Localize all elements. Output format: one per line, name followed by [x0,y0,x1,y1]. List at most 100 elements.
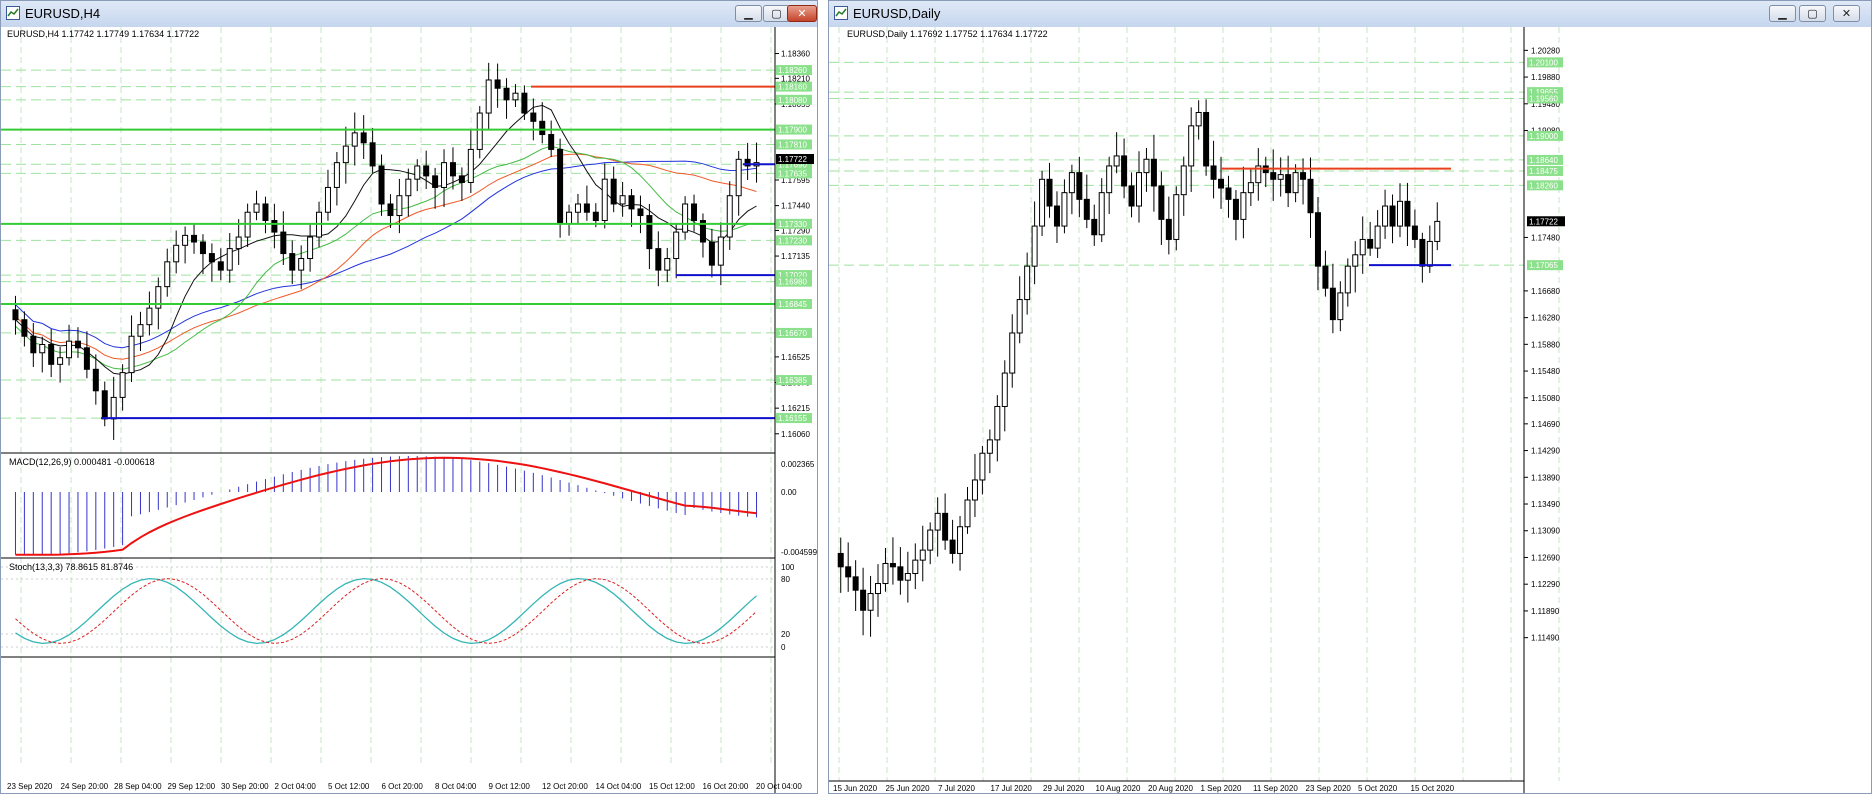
candle-body [119,372,126,398]
candle-body [1195,111,1202,127]
candle-body [717,236,724,266]
price-tick-label: 1.15880 [1531,340,1560,349]
macd-axis-label: 0.00 [781,488,797,497]
candle-body [182,234,189,246]
candle-body [173,244,180,263]
level-label: 1.18475 [1529,167,1558,176]
candle-body [441,162,448,188]
level-label: 1.20100 [1529,58,1558,67]
daily-chart-svg[interactable]: 1.202801.198801.194801.190801.174801.166… [829,27,1871,793]
candle-body [1270,172,1277,180]
candle-body [1322,265,1329,289]
time-label: 15 Oct 2020 [1411,784,1455,793]
candle-body [994,405,1001,441]
level-label: 1.16980 [778,278,807,287]
chart-window-h4[interactable]: EURUSD,H4 ▁ ▢ ✕ 1.183601.182101.180551.1… [0,0,818,794]
time-label: 20 Oct 04:00 [756,782,802,791]
candle-body [583,203,590,213]
candle-body [92,368,99,392]
candle-body [1344,265,1351,294]
window-title: EURUSD,H4 [25,6,101,21]
candle-body [664,258,671,271]
time-label: 23 Sep 2020 [7,782,53,791]
title-bar[interactable]: EURUSD,H4 ▁ ▢ ✕ [1,1,817,28]
minimize-button[interactable]: ▁ [1769,5,1796,22]
chart-window-daily[interactable]: EURUSD,Daily ▁ ▢ ✕ 1.20280 1.19880 1.19480… [828,0,1872,794]
candle-body [1300,172,1307,180]
candle-body [342,145,349,164]
time-label: 10 Aug 2020 [1096,784,1141,793]
price-tick-label: 1.17440 [781,202,810,211]
candle-body [530,112,537,122]
candle-body [39,344,46,354]
close-button[interactable]: ✕ [1833,5,1860,22]
candle-body [1329,287,1336,321]
candle-body [298,258,305,271]
candle-body [957,526,964,554]
close-button[interactable]: ✕ [787,5,817,22]
h4-chart-svg[interactable]: 1.183601.182101.180551.175951.174401.172… [1,27,817,793]
candle-body [48,344,55,365]
stoch-axis-label: 80 [781,575,790,584]
price-tick-label: 1.20280 [1531,46,1560,55]
price-tick-label: 1.14690 [1531,420,1560,429]
level-label: 1.17900 [778,126,807,135]
time-label: 15 Jun 2020 [833,784,878,793]
candle-body [30,335,37,354]
current-price-label: 1.17722 [1529,217,1558,226]
candle-body [735,158,742,197]
candle-body [1150,158,1157,187]
candle-body [217,261,224,271]
price-tick-label: 1.11890 [1531,607,1560,616]
candle-body [128,335,135,374]
candle-body [1158,185,1165,220]
candle-body [405,178,412,197]
candle-body [708,241,715,266]
chart-window-icon [6,6,20,20]
candle-body [324,186,331,213]
chart-area[interactable]: 1.183601.182101.180551.175951.174401.172… [1,27,817,793]
level-label: 1.18160 [778,83,807,92]
maximize-button[interactable]: ▢ [763,5,790,22]
time-label: 11 Sep 2020 [1253,784,1298,793]
candle-body [414,165,421,180]
candle-body [1359,238,1366,256]
price-tick-label: 1.18360 [781,50,810,59]
candle-body [387,203,394,217]
candle-body [1024,265,1031,301]
candle-body [208,253,215,263]
candle-body [882,562,889,585]
level-label: 1.17065 [1529,261,1558,270]
chart-window-icon [834,6,848,20]
stoch-axis-label: 0 [781,643,786,652]
maximize-button[interactable]: ▢ [1799,5,1826,22]
candle-body [1411,225,1418,240]
candle-body [396,195,403,217]
level-label: 1.18260 [778,66,807,75]
candle-body [574,203,581,213]
candle-body [307,236,314,260]
candle-body [289,253,296,271]
chart-area[interactable]: 1.202801.198801.194801.190801.174801.166… [829,27,1871,793]
candle-body [875,583,882,595]
candle-body [1367,238,1374,249]
time-label: 15 Oct 12:00 [649,782,695,791]
time-label: 1 Sep 2020 [1201,784,1242,793]
stoch-label: Stoch(13,3,3) 78.8615 81.8746 [9,562,133,572]
candle-body [655,248,662,271]
chart-info-label: EURUSD,H4 1.17742 1.17749 1.17634 1.1772… [7,29,199,39]
candle-body [476,112,483,150]
candle-body [889,562,896,568]
candle-body [673,231,680,260]
title-bar[interactable]: EURUSD,Daily ▁ ▢ ✕ [829,1,1871,28]
candle-body [66,340,73,359]
minimize-button[interactable]: ▁ [735,5,762,22]
current-price-label: 1.17722 [778,155,807,164]
candle-body [423,165,430,177]
candle-body [333,162,340,188]
candle-body [1173,194,1180,240]
time-label: 20 Aug 2020 [1148,784,1193,793]
level-label: 1.19000 [1529,132,1558,141]
candle-body [1419,238,1426,267]
time-label: 23 Sep 2020 [1306,784,1352,793]
